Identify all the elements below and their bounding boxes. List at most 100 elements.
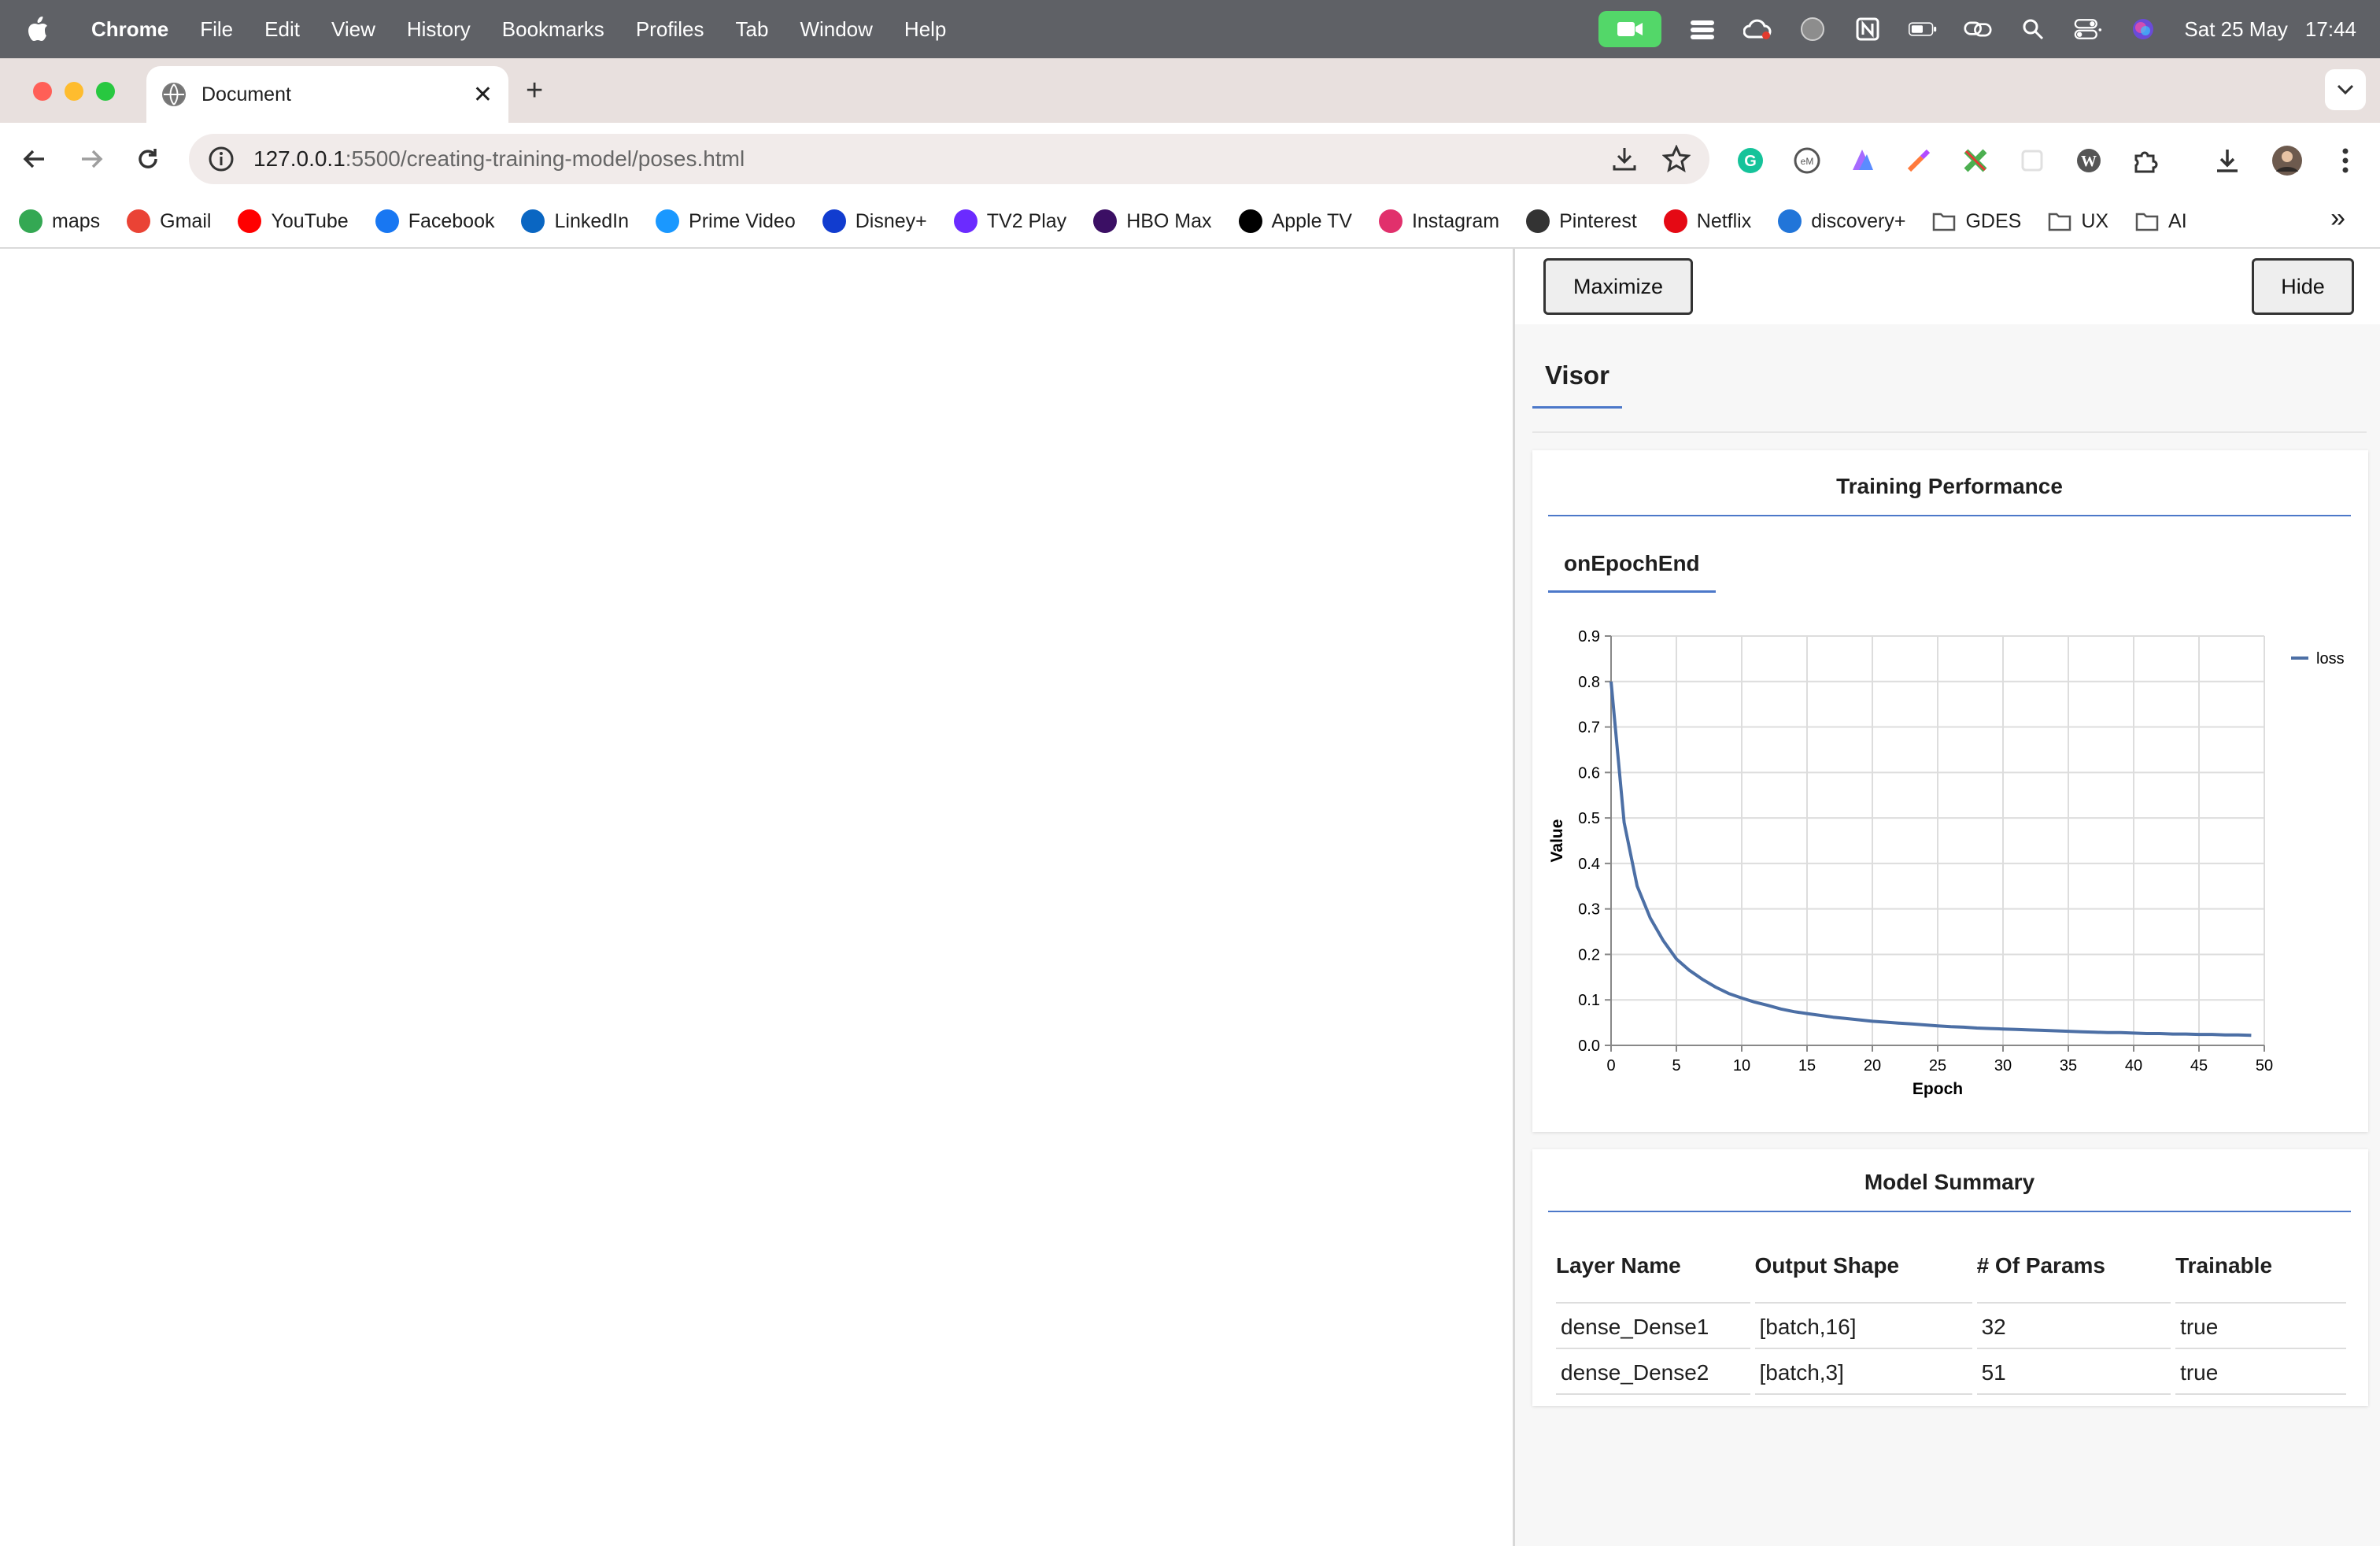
bookmark-disney[interactable]: Disney+ [822,209,927,233]
bookmark-hbo-max[interactable]: HBO Max [1093,209,1212,233]
url-host: 127.0.0.1 [253,146,346,171]
menu-profiles[interactable]: Profiles [620,17,720,42]
bookmark-maps[interactable]: maps [19,209,100,233]
bookmark-label: Disney+ [855,209,927,232]
bookmark-star-icon[interactable] [1661,144,1691,177]
notion-icon[interactable] [1853,15,1882,43]
table-cell: true [2175,1349,2346,1395]
more-bookmarks-icon[interactable]: » [2330,203,2345,234]
link-icon[interactable] [1964,15,1992,43]
tab-search-button[interactable] [2325,69,2366,110]
menu-window[interactable]: Window [784,17,888,42]
discovery-plus-icon [1778,209,1802,233]
table-cell: true [2175,1304,2346,1349]
control-center-icon[interactable] [2074,15,2102,43]
video-camera-icon[interactable] [1598,11,1662,47]
apple-menu-icon[interactable] [0,0,76,58]
battery-icon[interactable] [1909,15,1937,43]
tab-visor[interactable]: Visor [1532,361,1622,409]
bookmark-ai[interactable]: AI [2135,209,2187,233]
legend-label: loss [2316,650,2345,668]
menu-file[interactable]: File [184,17,249,42]
bookmark-discovery[interactable]: discovery+ [1778,209,1905,233]
menu-edit[interactable]: Edit [249,17,316,42]
globe-icon [162,83,186,106]
bookmark-label: TV2 Play [986,209,1067,232]
bookmark-gdes[interactable]: GDES [1932,209,2021,233]
pinterest-icon [1526,209,1550,233]
bookmark-facebook[interactable]: Facebook [375,209,495,233]
bookmark-pinterest[interactable]: Pinterest [1526,209,1637,233]
tools-extension-icon[interactable] [1960,145,1991,176]
menu-tab[interactable]: Tab [720,17,785,42]
table-cell: [batch,16] [1754,1304,1972,1349]
column-header: Output Shape [1754,1244,1972,1304]
hide-button[interactable]: Hide [2252,258,2354,315]
extensions-puzzle-icon[interactable] [2130,145,2161,176]
install-download-icon[interactable] [1610,145,1639,177]
menu-view[interactable]: View [316,17,391,42]
bookmark-instagram[interactable]: Instagram [1378,209,1499,233]
close-window-button[interactable] [33,82,52,101]
close-tab-icon[interactable]: ✕ [473,81,493,109]
bookmark-netflix[interactable]: Netflix [1663,209,1751,233]
new-tab-button[interactable]: + [526,76,543,105]
address-bar[interactable]: 127.0.0.1:5500/creating-training-model/p… [189,134,1709,184]
bookmark-label: GDES [1965,209,2022,232]
em-extension-icon[interactable]: eM [1791,145,1823,176]
card-title: Model Summary [1548,1170,2351,1212]
menu-app-chrome[interactable]: Chrome [76,17,184,42]
chrome-menu-icon[interactable] [2330,145,2361,176]
bookmark-label: Facebook [408,209,495,232]
x-tick-label: 5 [1672,1057,1680,1074]
visor-controls: Maximize Hide [1515,249,2380,324]
menu-help[interactable]: Help [889,17,962,42]
y-tick-label: 0.9 [1578,628,1600,645]
profile-avatar[interactable] [2271,145,2303,176]
site-info-icon[interactable] [208,146,235,172]
maximize-button[interactable]: Maximize [1543,258,1693,315]
bookmark-label: HBO Max [1126,209,1212,232]
forward-arrow-icon[interactable] [72,140,110,178]
bookmarks-bar: maps Gmail YouTube Facebook LinkedIn Prime Vi… [0,195,2380,249]
search-icon[interactable] [2019,15,2047,43]
bookmark-youtube[interactable]: YouTube [238,209,349,233]
siri-icon[interactable] [2129,15,2157,43]
downloads-icon[interactable] [2212,145,2243,176]
bookmark-label: LinkedIn [554,209,630,232]
disabled-extension-icon[interactable] [2016,145,2048,176]
x-tick-label: 35 [2060,1057,2077,1074]
x-axis-title: Epoch [1913,1080,1963,1098]
url-text[interactable]: 127.0.0.1:5500/creating-training-model/p… [253,146,745,172]
wordpress-icon[interactable]: W [2073,145,2105,176]
bookmark-linkedin[interactable]: LinkedIn [521,209,629,233]
back-arrow-icon[interactable] [16,140,54,178]
stack-icon[interactable] [1688,15,1717,43]
bookmark-tv2-play[interactable]: TV2 Play [953,209,1067,233]
gradient-extension-icon[interactable] [1846,145,1878,176]
globe-icon[interactable] [1798,15,1827,43]
creative-cloud-icon[interactable] [1743,15,1772,43]
linkedin-icon [521,209,545,233]
table-cell: [batch,3] [1754,1349,1972,1395]
minimize-window-button[interactable] [65,82,83,101]
browser-tab[interactable]: Document ✕ [146,66,508,123]
reload-icon[interactable] [129,140,167,178]
y-tick-label: 0.7 [1578,719,1600,737]
color-picker-icon[interactable] [1903,145,1935,176]
bookmark-prime-video[interactable]: Prime Video [656,209,796,233]
zoom-window-button[interactable] [96,82,115,101]
hbo-max-icon [1093,209,1118,233]
bookmark-gmail[interactable]: Gmail [127,209,211,233]
disney-plus-icon [822,209,846,233]
menu-clock[interactable]: Sat 25 May 17:44 [2184,17,2356,42]
grammarly-icon[interactable]: G [1735,145,1766,176]
menu-history[interactable]: History [391,17,486,42]
bookmark-ux[interactable]: UX [2048,209,2108,233]
y-tick-label: 0.8 [1578,674,1600,691]
bookmark-apple-tv[interactable]: Apple TV [1238,209,1352,233]
menu-bookmarks[interactable]: Bookmarks [486,17,620,42]
window-controls [33,82,115,101]
series-line-loss [1609,681,2252,1037]
bookmark-label: Apple TV [1271,209,1352,232]
